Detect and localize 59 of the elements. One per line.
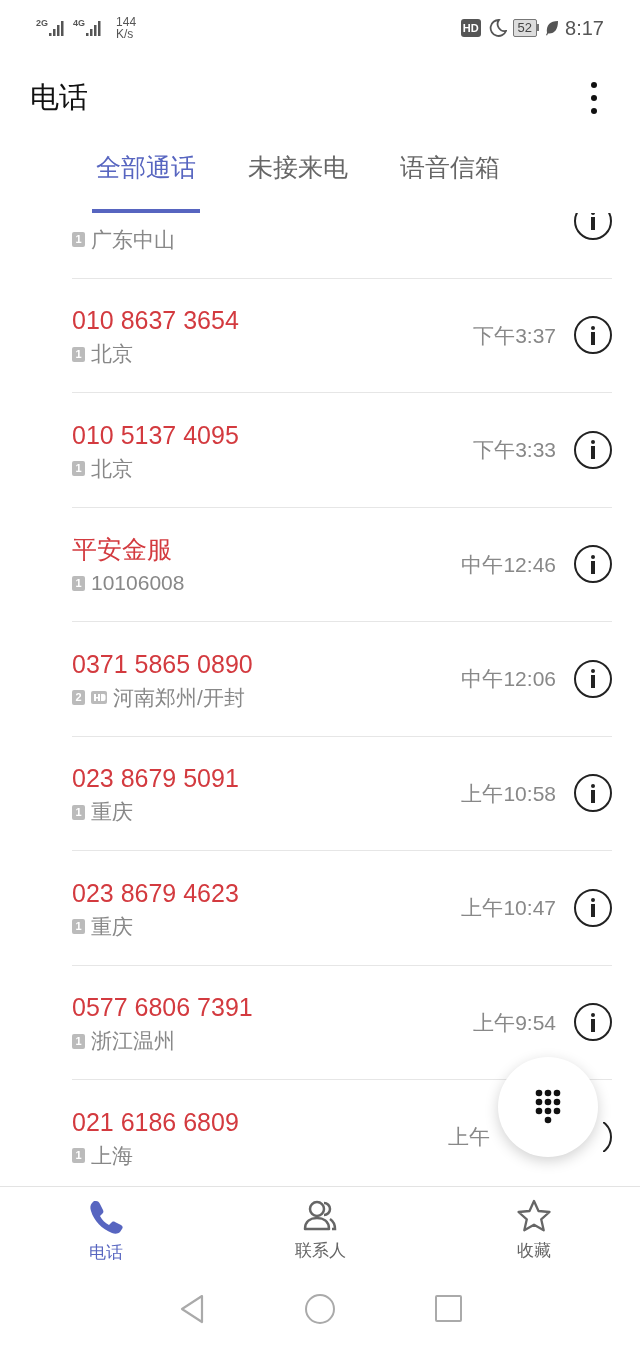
star-icon: [516, 1199, 552, 1233]
call-time: 中午12:06: [461, 666, 556, 692]
network-type: 2G: [36, 18, 48, 28]
nav-label: 收藏: [517, 1241, 551, 1261]
nav-tab[interactable]: 联系人: [274, 1187, 366, 1280]
call-time: 下午3:37: [473, 322, 556, 349]
call-time: 上午10:58: [461, 780, 556, 807]
sim-indicator: 1: [72, 1148, 85, 1164]
back-icon: [178, 1293, 205, 1324]
network-speed: 144: [116, 15, 137, 28]
call-location: 北京: [91, 455, 133, 482]
sim-indicator: 1: [72, 232, 85, 248]
caller-name: 0371 5865 0890: [72, 648, 253, 679]
call-location: 广东中山: [91, 226, 175, 253]
signal-icon: [49, 18, 67, 37]
dialpad-button[interactable]: [498, 1057, 598, 1157]
call-location: 河南郑州/开封: [113, 684, 245, 711]
leaf-icon: [545, 19, 560, 36]
nav-tab[interactable]: 收藏: [488, 1187, 580, 1280]
call-time: 上午10:47: [461, 895, 556, 921]
page-title: 电话: [30, 79, 88, 115]
call-location: 上海: [91, 1142, 133, 1169]
network-type: 4G: [73, 18, 86, 28]
tab[interactable]: 未接来电: [244, 140, 352, 213]
call-location: 浙江温州: [91, 1028, 175, 1055]
call-time: 上午: [448, 1124, 490, 1150]
call-time: 下午3:33: [473, 437, 556, 463]
nav-label: 联系人: [294, 1241, 346, 1261]
contacts-icon: [302, 1199, 338, 1233]
sim-indicator: 2: [72, 690, 85, 706]
call-location: 重庆: [91, 799, 133, 826]
caller-name: 021 6186 6809: [72, 1106, 239, 1137]
sim-indicator: 1: [72, 346, 85, 362]
dialpad-icon: [535, 1089, 561, 1125]
sim-indicator: 1: [72, 575, 85, 591]
nav-tab[interactable]: 电话: [60, 1187, 152, 1280]
call-location: 北京: [91, 341, 133, 368]
sim-indicator: 1: [72, 1033, 85, 1049]
hd-indicator: HD: [460, 18, 481, 37]
caller-name: 010 5137 4095: [72, 419, 239, 450]
call-location: 10106008: [91, 570, 185, 597]
caller-name: 023 8679 4623: [72, 877, 239, 908]
sim-indicator: 1: [72, 919, 85, 935]
nav-label: 电话: [89, 1243, 123, 1263]
call-time: 中午12:46: [461, 551, 556, 578]
caller-name: 0577 6806 7391: [72, 992, 253, 1023]
speed-unit: K/s: [116, 27, 135, 40]
phone-icon: [88, 1199, 124, 1235]
tab[interactable]: 语音信箱: [396, 140, 504, 213]
sim-indicator: 1: [72, 461, 85, 477]
caller-name: 023 8679 5091: [72, 763, 239, 794]
caller-name: 010 8637 3654: [72, 305, 239, 336]
sim-indicator: 1: [72, 804, 85, 820]
caller-name: 平安金服: [72, 534, 172, 565]
call-time: 上午9:54: [473, 1009, 556, 1036]
clock: 8:17: [565, 15, 604, 41]
battery-level: 52: [512, 18, 538, 37]
tab[interactable]: 全部通话: [92, 140, 200, 213]
call-location: 重庆: [91, 913, 133, 940]
